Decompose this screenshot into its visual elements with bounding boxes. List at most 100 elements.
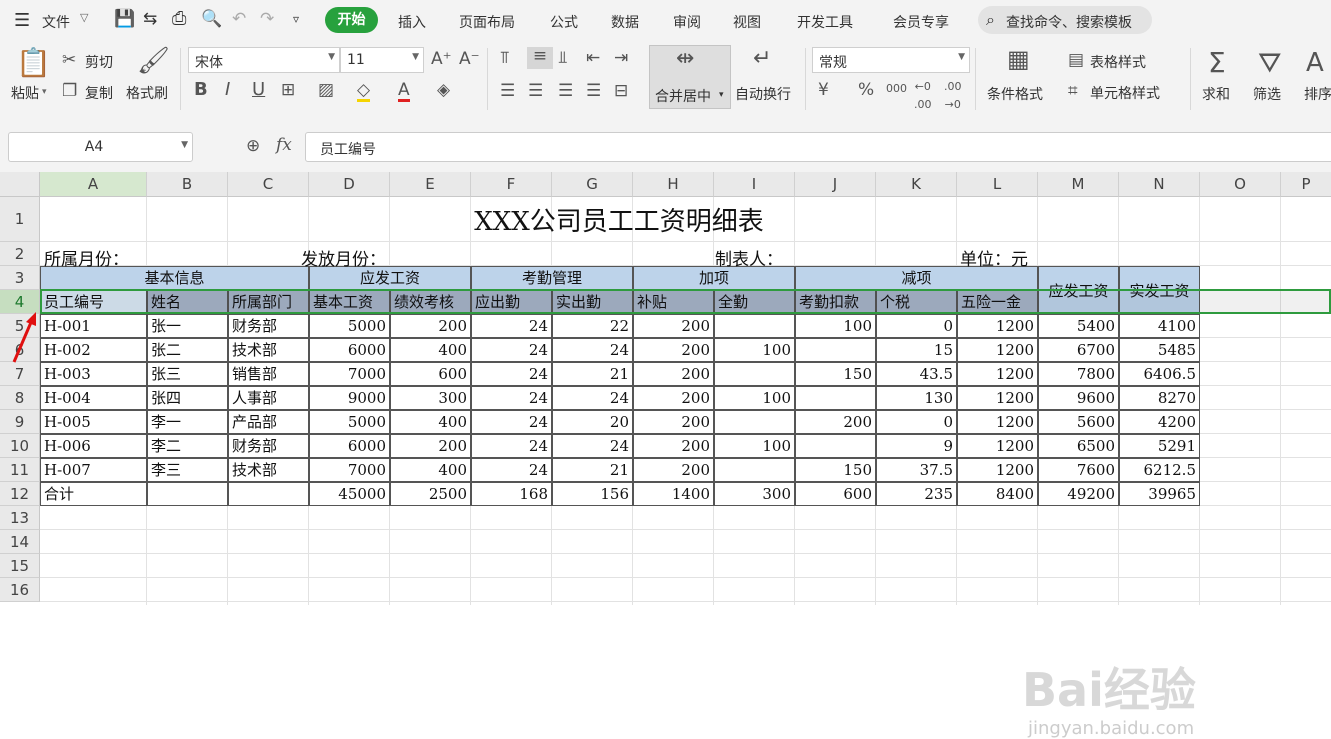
column-header-d[interactable]: D: [309, 172, 390, 197]
sum-button[interactable]: 求和: [1202, 84, 1230, 104]
total-cell[interactable]: 1400: [633, 482, 714, 506]
table-cell[interactable]: 200: [633, 410, 714, 434]
table-cell[interactable]: 财务部: [228, 434, 309, 458]
table-cell[interactable]: 100: [795, 314, 876, 338]
row-header-10[interactable]: 10: [0, 434, 40, 458]
command-search[interactable]: ⌕ 查找命令、搜索模板: [978, 6, 1152, 34]
table-cell[interactable]: 7600: [1038, 458, 1119, 482]
table-cell[interactable]: [714, 362, 795, 386]
table-cell[interactable]: 100: [714, 434, 795, 458]
table-cell[interactable]: 1200: [957, 386, 1038, 410]
table-cell[interactable]: 200: [633, 386, 714, 410]
table-cell[interactable]: 5291: [1119, 434, 1200, 458]
table-cell[interactable]: 4200: [1119, 410, 1200, 434]
table-cell[interactable]: 200: [633, 458, 714, 482]
save-icon[interactable]: 💾: [114, 9, 135, 29]
column-header-i[interactable]: I: [714, 172, 795, 197]
row-header-15[interactable]: 15: [0, 554, 40, 578]
table-cell[interactable]: 130: [876, 386, 957, 410]
row-header-14[interactable]: 14: [0, 530, 40, 554]
issue-month-label[interactable]: 发放月份：: [301, 245, 386, 270]
total-cell[interactable]: 合计: [40, 482, 147, 506]
table-cell[interactable]: 7000: [309, 458, 390, 482]
table-cell[interactable]: [795, 434, 876, 458]
filter-icon[interactable]: ⛛: [1258, 48, 1282, 78]
paste-chevron-icon[interactable]: ▾: [42, 87, 47, 97]
align-right-icon[interactable]: ☰: [558, 82, 573, 100]
table-cell[interactable]: H-005: [40, 410, 147, 434]
table-cell[interactable]: 1200: [957, 338, 1038, 362]
align-top-icon[interactable]: ⫪: [500, 49, 510, 67]
table-cell[interactable]: 张四: [147, 386, 228, 410]
export-icon[interactable]: ⇆: [143, 9, 157, 29]
wrap-text-button[interactable]: 自动换行: [735, 84, 791, 104]
distributed-icon[interactable]: ⊟: [614, 82, 628, 100]
decrease-indent-icon[interactable]: ⇤: [586, 49, 600, 67]
maker-label[interactable]: 制表人：: [715, 245, 783, 270]
align-left-icon[interactable]: ☰: [500, 82, 515, 100]
table-cell[interactable]: 8270: [1119, 386, 1200, 410]
font-size-select[interactable]: 11 ▼: [340, 47, 424, 73]
row-header-4[interactable]: 4: [0, 290, 40, 314]
tab-start[interactable]: 开始: [325, 7, 378, 33]
align-center-icon[interactable]: ☰: [528, 82, 543, 100]
table-cell[interactable]: 5000: [309, 410, 390, 434]
clear-format-icon[interactable]: ◈: [437, 81, 450, 99]
paste-icon[interactable]: 📋: [16, 48, 51, 78]
total-cell[interactable]: [147, 482, 228, 506]
column-header-k[interactable]: K: [876, 172, 957, 197]
table-cell[interactable]: 财务部: [228, 314, 309, 338]
font-color-icon[interactable]: A: [398, 81, 410, 102]
table-cell[interactable]: 5600: [1038, 410, 1119, 434]
wrap-text-icon[interactable]: ↵: [753, 48, 771, 70]
conditional-format-button[interactable]: 条件格式: [987, 84, 1043, 104]
table-cell[interactable]: 6500: [1038, 434, 1119, 458]
column-header-b[interactable]: B: [147, 172, 228, 197]
table-cell[interactable]: 21: [552, 458, 633, 482]
table-cell[interactable]: 24: [471, 362, 552, 386]
decrease-decimal-icon[interactable]: .00 →0: [944, 78, 962, 114]
table-cell[interactable]: 24: [471, 458, 552, 482]
percent-icon[interactable]: %: [858, 81, 874, 99]
copy-button[interactable]: 复制: [85, 83, 113, 103]
tab-insert[interactable]: 插入: [398, 12, 426, 32]
table-cell[interactable]: H-004: [40, 386, 147, 410]
table-cell[interactable]: 人事部: [228, 386, 309, 410]
cut-button[interactable]: 剪切: [85, 52, 113, 72]
table-cell[interactable]: 100: [714, 338, 795, 362]
decrease-font-icon[interactable]: A⁻: [459, 50, 480, 68]
total-cell[interactable]: 45000: [309, 482, 390, 506]
row-header-16[interactable]: 16: [0, 578, 40, 602]
table-cell[interactable]: [714, 458, 795, 482]
print-preview-icon[interactable]: 🔍: [201, 9, 222, 29]
table-cell[interactable]: 24: [552, 386, 633, 410]
table-cell[interactable]: H-001: [40, 314, 147, 338]
format-painter-icon[interactable]: 🖌: [137, 47, 170, 75]
table-cell[interactable]: 6000: [309, 434, 390, 458]
table-cell[interactable]: 1200: [957, 314, 1038, 338]
belong-month-label[interactable]: 所属月份：: [44, 245, 129, 270]
group-header[interactable]: 考勤管理: [471, 266, 633, 290]
number-format-select[interactable]: 常规 ▼: [812, 47, 970, 73]
table-cell[interactable]: 300: [390, 386, 471, 410]
row-header-9[interactable]: 9: [0, 410, 40, 434]
align-bottom-icon[interactable]: ⫫: [558, 49, 568, 67]
increase-decimal-icon[interactable]: ←0.00: [914, 78, 932, 114]
scissors-icon[interactable]: ✂: [62, 51, 76, 69]
table-cell[interactable]: 6700: [1038, 338, 1119, 362]
table-cell[interactable]: 37.5: [876, 458, 957, 482]
table-cell[interactable]: [795, 386, 876, 410]
total-cell[interactable]: 156: [552, 482, 633, 506]
table-cell[interactable]: H-002: [40, 338, 147, 362]
table-cell[interactable]: 9: [876, 434, 957, 458]
table-cell[interactable]: 技术部: [228, 338, 309, 362]
column-header-g[interactable]: G: [552, 172, 633, 197]
table-cell[interactable]: 7800: [1038, 362, 1119, 386]
merge-center-button[interactable]: ⇹ 合并居中 ▾: [649, 45, 731, 109]
total-cell[interactable]: 8400: [957, 482, 1038, 506]
table-cell[interactable]: 产品部: [228, 410, 309, 434]
paste-button[interactable]: 粘贴: [11, 83, 39, 103]
column-header-m[interactable]: M: [1038, 172, 1119, 197]
column-header-e[interactable]: E: [390, 172, 471, 197]
tab-view[interactable]: 视图: [733, 12, 761, 32]
